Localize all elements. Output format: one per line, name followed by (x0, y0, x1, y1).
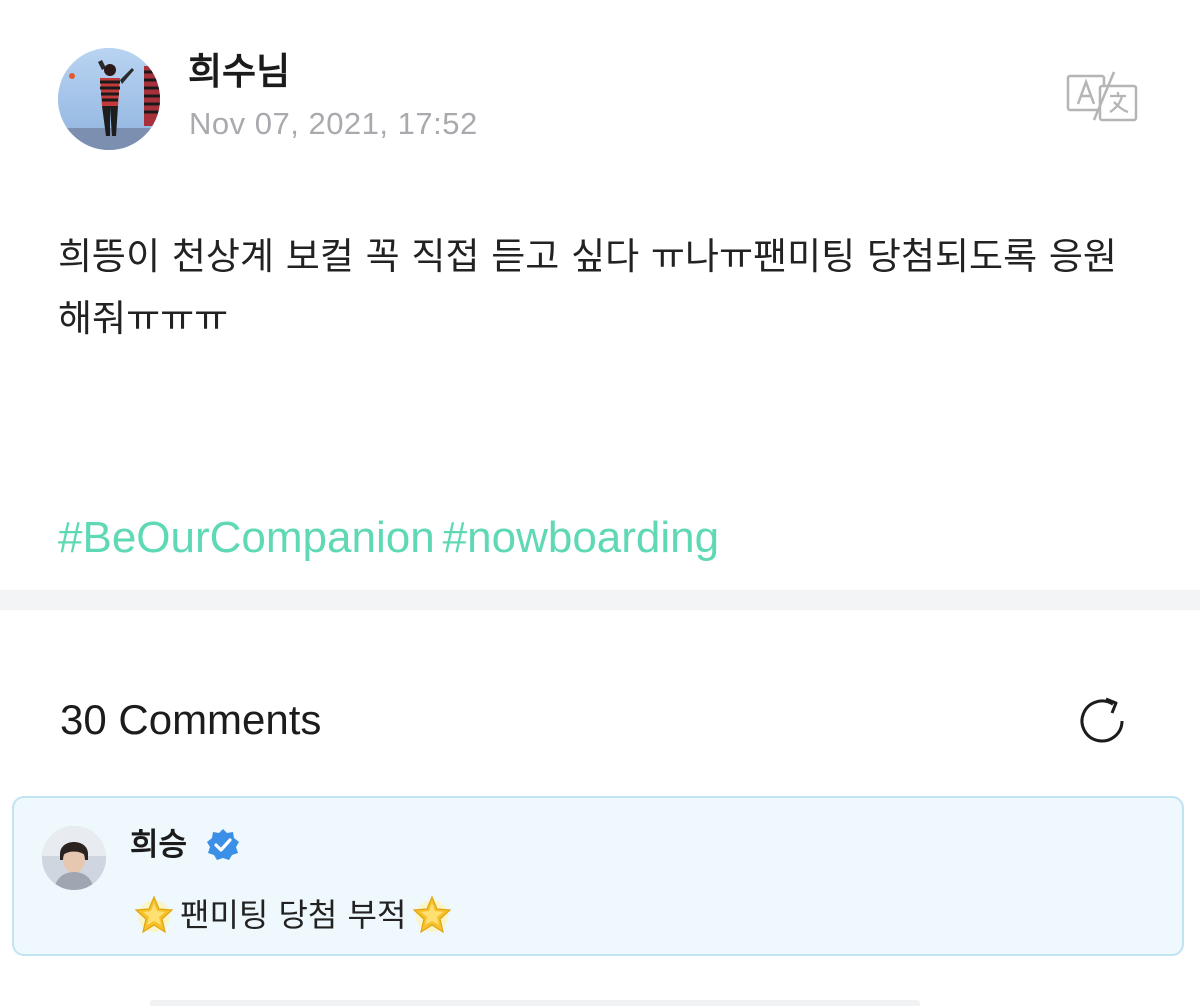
hashtag-link[interactable]: #BeOurCompanion (58, 513, 435, 562)
translate-icon[interactable] (1064, 68, 1140, 126)
author-avatar[interactable] (58, 48, 160, 150)
glowing-star-icon (410, 893, 454, 937)
commenter-name[interactable]: 희승 (130, 824, 187, 866)
section-divider (0, 590, 1200, 610)
next-comment-peek (150, 1000, 920, 1006)
hashtag-list: #BeOurCompanion #nowboarding (58, 508, 727, 568)
glowing-star-icon (132, 893, 176, 937)
comment-text: 팬미팅 당첨 부적 (132, 892, 454, 938)
hashtag-link[interactable]: #nowboarding (443, 513, 719, 562)
comments-count: 30 Comments (60, 696, 322, 743)
post-timestamp: Nov 07, 2021, 17:52 (189, 106, 478, 141)
post-body-text: 희뜽이 천상계 보컬 꼭 직접 듣고 싶다 ㅠ나ㅠ팬미팅 당첨되도록 응원해줘ㅠ… (58, 235, 1117, 340)
comment-item: 희승 팬미팅 당첨 부적 (12, 796, 1184, 956)
commenter-avatar[interactable] (42, 826, 106, 890)
author-name[interactable]: 희수님 (188, 48, 290, 96)
refresh-icon[interactable] (1072, 691, 1132, 751)
comment-message: 팬미팅 당첨 부적 (180, 896, 407, 934)
post-card: 희수님 Nov 07, 2021, 17:52 희뜽이 천상계 보컬 꼭 직접 … (0, 0, 1200, 590)
verified-badge-icon (206, 828, 240, 862)
